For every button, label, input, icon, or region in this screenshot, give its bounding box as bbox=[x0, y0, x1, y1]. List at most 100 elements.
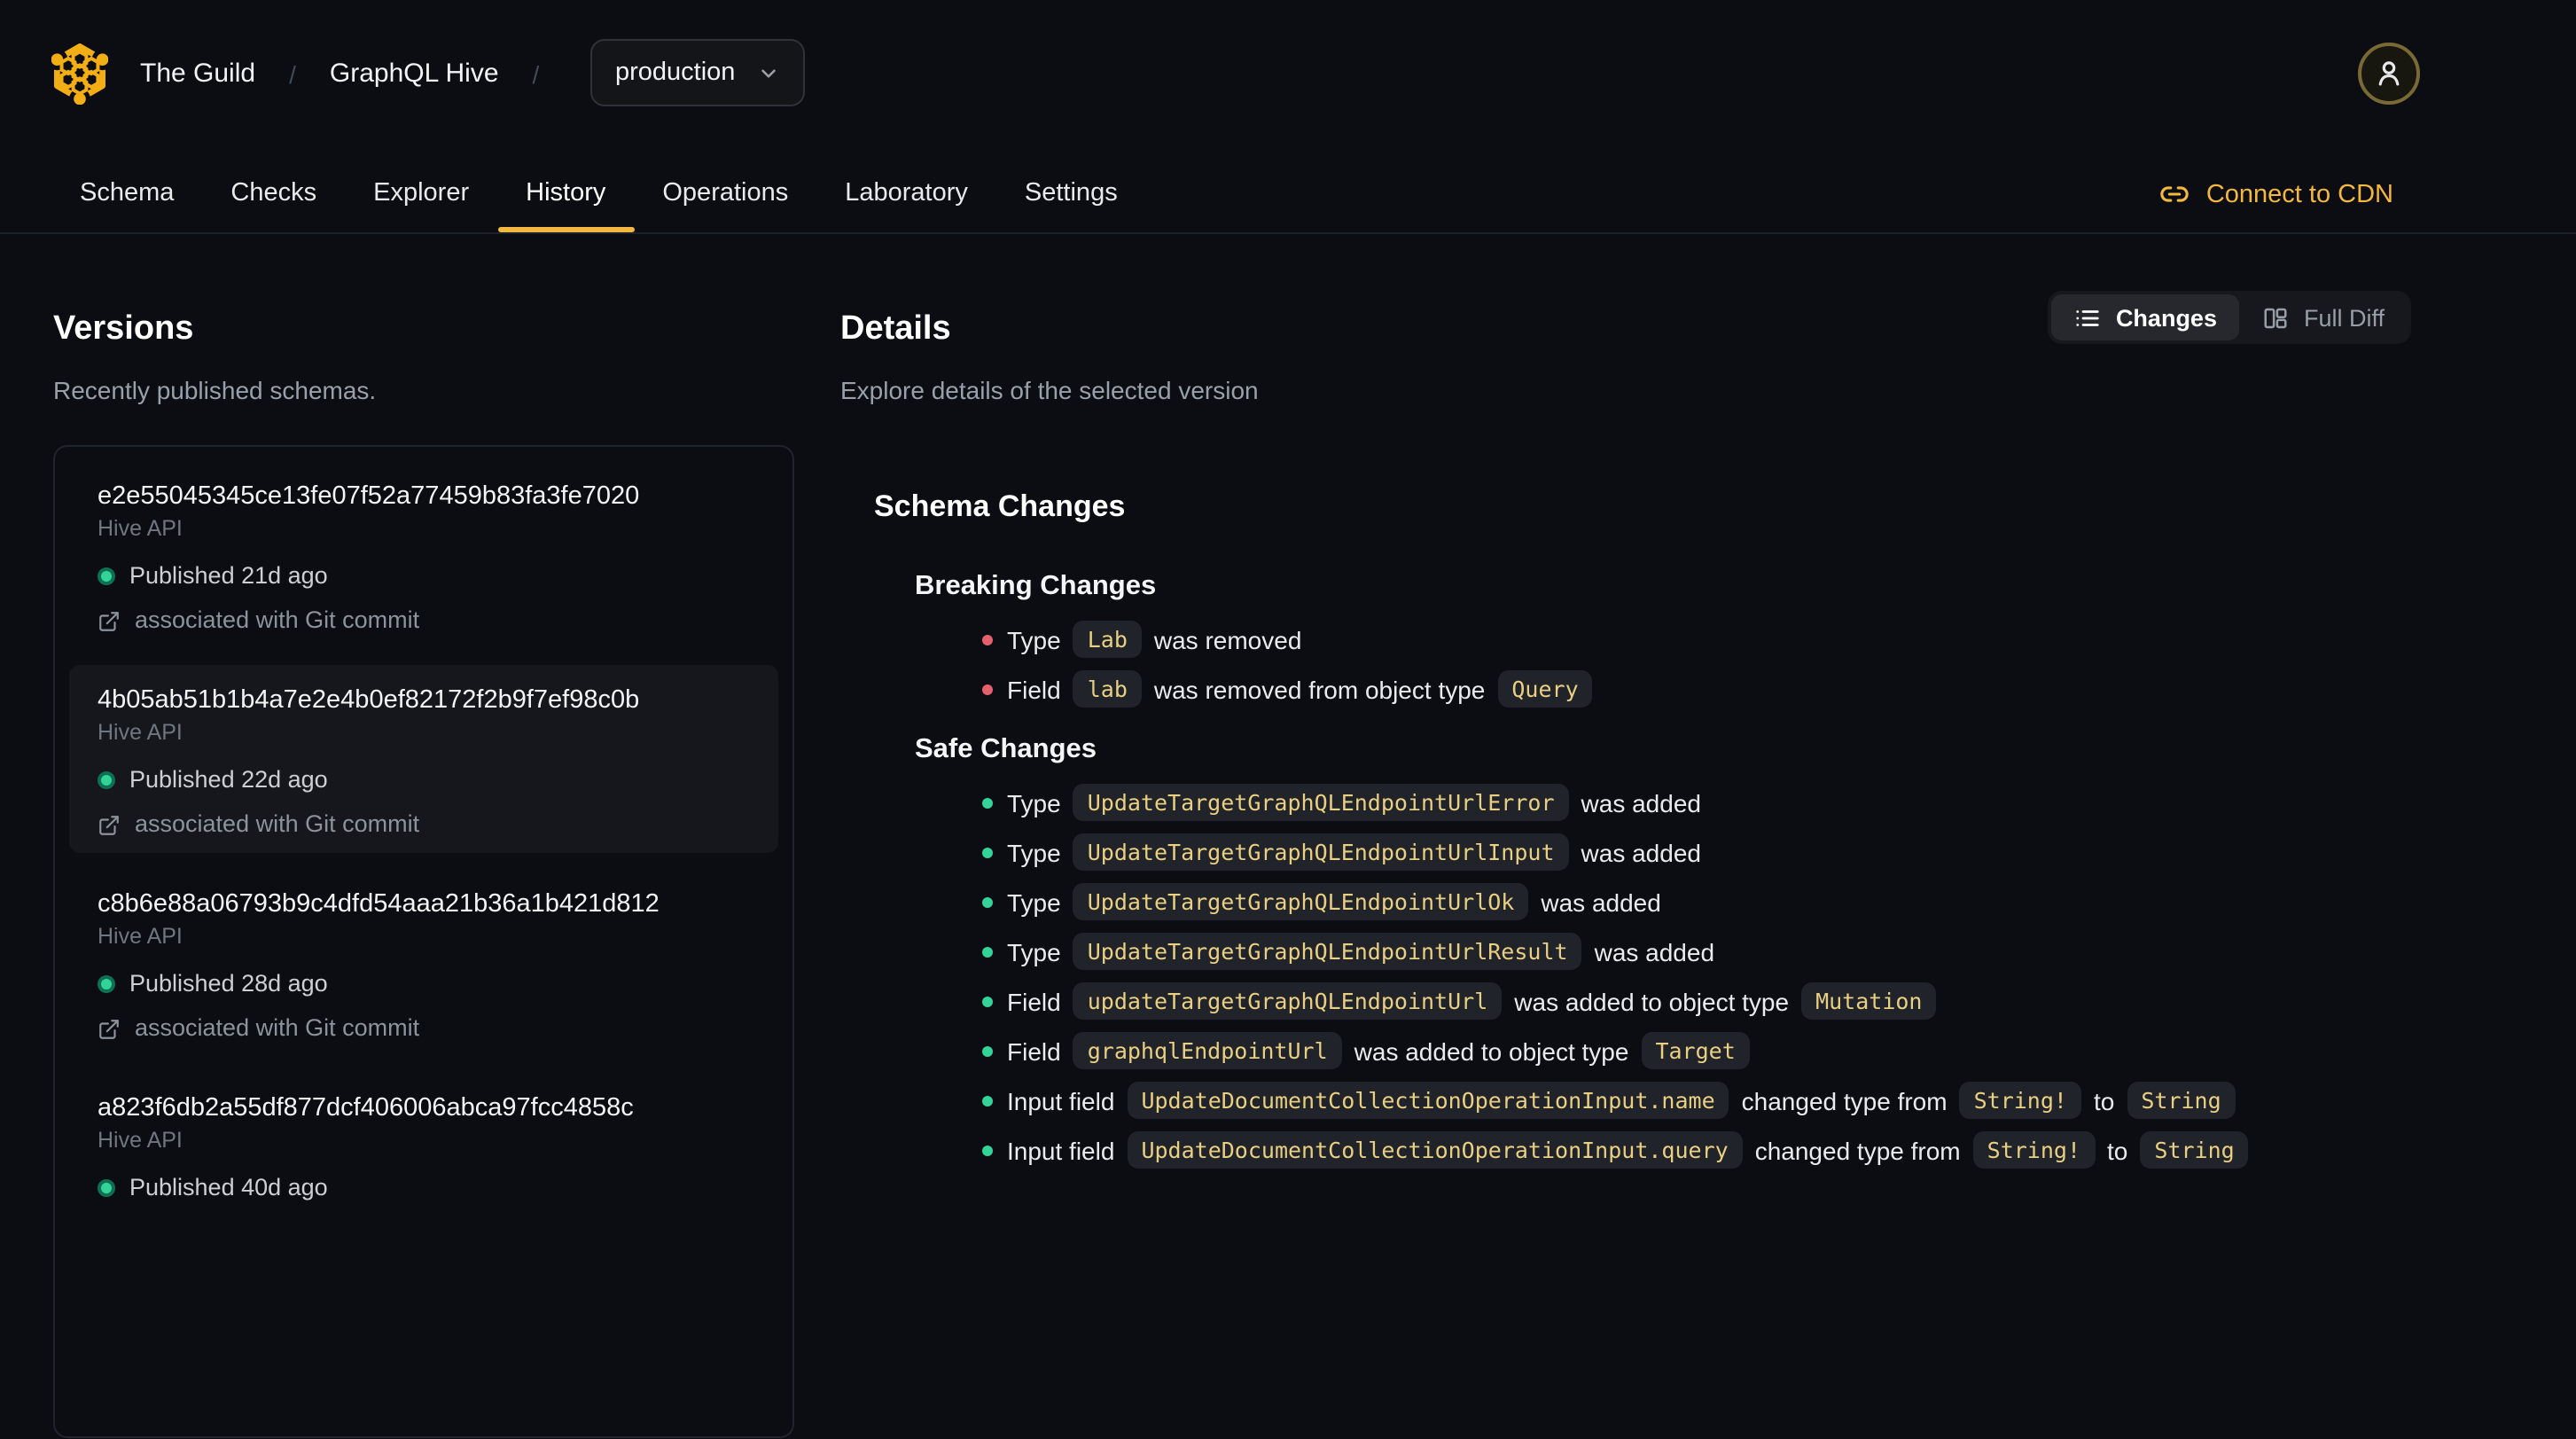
change-text: Type bbox=[1007, 625, 1061, 654]
safe-change-row: Type UpdateTargetGraphQLEndpointUrlInput w… bbox=[948, 833, 2411, 872]
version-service: Hive API bbox=[98, 516, 183, 542]
bullet-dot bbox=[982, 947, 993, 958]
version-published: Published 22d ago bbox=[98, 763, 750, 799]
breaking-changes-list: Type Lab was removed Field lab was removed fr… bbox=[948, 621, 2411, 708]
change-text: was removed from object type bbox=[1153, 675, 1486, 704]
version-hash: a823f6db2a55df877dcf406006abca97fcc4858c bbox=[98, 1094, 634, 1123]
safe-changes-list: Type UpdateTargetGraphQLEndpointUrlError w… bbox=[948, 784, 2411, 1169]
breadcrumb-separator: / bbox=[289, 59, 296, 88]
bullet-dot bbox=[982, 848, 993, 859]
published-text: Published 40d ago bbox=[129, 1174, 328, 1201]
schema-member-chip: String bbox=[2127, 1082, 2236, 1120]
schema-member-chip: UpdateTargetGraphQLEndpointUrlError bbox=[1073, 784, 1569, 822]
external-link-icon bbox=[99, 1020, 119, 1039]
git-commit-link[interactable]: associated with Git commit bbox=[98, 1013, 750, 1045]
breaking-change-row: Type Lab was removed bbox=[948, 621, 2411, 659]
change-text: Type bbox=[1007, 838, 1061, 867]
changes-toggle-button[interactable]: Changes bbox=[2051, 294, 2240, 340]
safe-change-row: Field updateTargetGraphQLEndpointUrl was a… bbox=[948, 982, 2411, 1021]
schema-member-chip: Mutation bbox=[1801, 982, 1937, 1021]
schema-changes-title: Schema Changes bbox=[874, 489, 1126, 524]
bullet-dot bbox=[982, 1146, 993, 1157]
external-link-icon bbox=[99, 816, 119, 835]
version-list: e2e55045345ce13fe07f52a77459b83fa3fe7020… bbox=[53, 445, 794, 1439]
schema-member-chip: Query bbox=[1497, 670, 1593, 708]
change-text: was added to object type bbox=[1514, 987, 1790, 1016]
version-published: Published 28d ago bbox=[98, 967, 750, 1003]
version-service: Hive API bbox=[98, 1128, 183, 1154]
git-commit-link[interactable]: associated with Git commit bbox=[98, 606, 750, 637]
schema-changes-section: Schema Changes Breaking Changes Type Lab w… bbox=[874, 489, 2411, 1169]
change-text: Input field bbox=[1007, 1086, 1115, 1115]
version-card[interactable]: a823f6db2a55df877dcf406006abca97fcc4858c… bbox=[69, 1074, 778, 1262]
safe-change-row: Type UpdateTargetGraphQLEndpointUrlError w… bbox=[948, 784, 2411, 822]
published-status-dot bbox=[98, 567, 115, 586]
published-status-dot bbox=[98, 771, 115, 790]
version-card[interactable]: 4b05ab51b1b4a7e2e4b0ef82172f2b9f7ef98c0b… bbox=[69, 665, 778, 854]
git-commit-link[interactable]: associated with Git commit bbox=[98, 809, 750, 841]
bullet-dot bbox=[982, 1046, 993, 1058]
published-status-dot bbox=[98, 1179, 115, 1198]
tab-explorer[interactable]: Explorer bbox=[345, 154, 497, 232]
tab-schema[interactable]: Schema bbox=[51, 154, 202, 232]
breadcrumb-org[interactable]: The Guild bbox=[140, 59, 255, 89]
schema-member-chip: updateTargetGraphQLEndpointUrl bbox=[1073, 982, 1503, 1021]
tab-operations[interactable]: Operations bbox=[634, 154, 816, 232]
schema-member-chip: UpdateDocumentCollectionOperationInput.n… bbox=[1127, 1082, 1729, 1120]
breadcrumb: The Guild / GraphQL Hive / bbox=[140, 0, 539, 147]
user-avatar[interactable] bbox=[2358, 43, 2420, 105]
change-text: was added bbox=[1594, 937, 1715, 966]
hive-logo-icon[interactable] bbox=[51, 43, 108, 105]
tab-history[interactable]: History bbox=[497, 154, 635, 232]
safe-change-row: Field graphqlEndpointUrl was added to obje… bbox=[948, 1032, 2411, 1070]
tab-checks[interactable]: Checks bbox=[202, 154, 345, 232]
schema-member-chip: UpdateTargetGraphQLEndpointUrlInput bbox=[1073, 833, 1569, 872]
version-card[interactable]: c8b6e88a06793b9c4dfd54aaa21b36a1b421d812… bbox=[69, 870, 778, 1058]
change-text: was added bbox=[1581, 838, 1701, 867]
published-status-dot bbox=[98, 975, 115, 994]
version-published: Published 40d ago bbox=[98, 1171, 750, 1207]
change-text: was added bbox=[1581, 788, 1701, 817]
external-link-icon bbox=[99, 612, 119, 631]
bullet-dot bbox=[982, 997, 993, 1008]
details-panel: Details Explore details of the selected … bbox=[840, 285, 2411, 1182]
published-text: Published 22d ago bbox=[129, 766, 328, 794]
tab-laboratory[interactable]: Laboratory bbox=[816, 154, 996, 232]
change-text: Type bbox=[1007, 788, 1061, 817]
breadcrumb-project[interactable]: GraphQL Hive bbox=[330, 59, 499, 89]
view-toggle: Changes Full Diff bbox=[2048, 291, 2411, 344]
breaking-changes-title: Breaking Changes bbox=[915, 571, 1157, 602]
breadcrumb-separator: / bbox=[532, 59, 540, 88]
bullet-dot bbox=[982, 798, 993, 809]
connect-to-cdn-button[interactable]: Connect to CDN bbox=[2160, 179, 2393, 209]
version-published: Published 21d ago bbox=[98, 559, 750, 595]
main-nav-tabs: Schema Checks Explorer History Operations Lab… bbox=[51, 154, 1146, 232]
schema-member-chip: graphqlEndpointUrl bbox=[1073, 1032, 1342, 1070]
schema-member-chip: UpdateTargetGraphQLEndpointUrlOk bbox=[1073, 883, 1529, 921]
app-root: The Guild / GraphQL Hive / production Sc… bbox=[0, 0, 2576, 1439]
full-diff-toggle-button[interactable]: Full Diff bbox=[2240, 294, 2408, 340]
person-icon bbox=[2378, 61, 2400, 86]
versions-panel: Versions Recently published schemas. e2e… bbox=[53, 285, 794, 1439]
split-panes-icon bbox=[2265, 307, 2288, 328]
schema-member-chip: UpdateTargetGraphQLEndpointUrlResult bbox=[1073, 933, 1582, 971]
change-text: Type bbox=[1007, 937, 1061, 966]
changes-toggle-label: Changes bbox=[2115, 304, 2217, 331]
change-text: to bbox=[2093, 1086, 2115, 1115]
bullet-dot bbox=[982, 635, 993, 646]
version-card[interactable]: e2e55045345ce13fe07f52a77459b83fa3fe7020… bbox=[69, 462, 778, 650]
schema-member-chip: String! bbox=[1959, 1082, 2081, 1120]
connect-to-cdn-label: Connect to CDN bbox=[2205, 180, 2393, 208]
change-text: Type bbox=[1007, 888, 1061, 917]
link-icon bbox=[2161, 186, 2190, 202]
schema-member-chip: Lab bbox=[1073, 621, 1142, 659]
tab-settings[interactable]: Settings bbox=[996, 154, 1146, 232]
change-text: Field bbox=[1007, 987, 1061, 1016]
chevron-down-icon bbox=[761, 68, 776, 77]
version-hash: e2e55045345ce13fe07f52a77459b83fa3fe7020 bbox=[98, 482, 640, 512]
target-selector-dropdown[interactable]: production bbox=[590, 39, 805, 106]
target-selector-value: production bbox=[615, 59, 736, 87]
schema-member-chip: Target bbox=[1641, 1032, 1750, 1070]
versions-title: Versions bbox=[53, 309, 194, 348]
bullet-dot bbox=[982, 1096, 993, 1107]
